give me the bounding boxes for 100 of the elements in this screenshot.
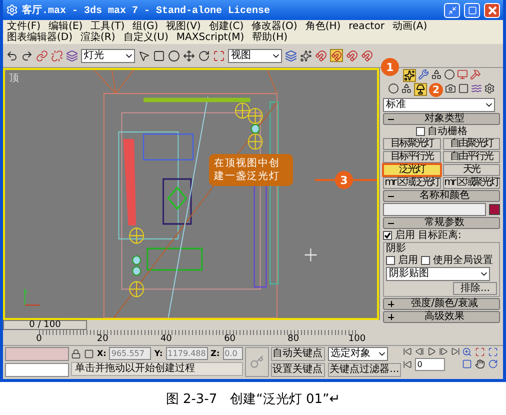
key-mode-select[interactable]: 选定对象 <box>328 347 388 361</box>
minimize-button[interactable] <box>444 2 460 18</box>
target-distance-label: 目标距离: <box>418 230 462 241</box>
light-type-button[interactable]: mr 区域聚光灯 <box>442 177 500 189</box>
camera-icon[interactable] <box>445 83 456 94</box>
step-badge: 3 <box>335 171 353 189</box>
menu-item[interactable]: 文件(F) <box>7 21 41 32</box>
minimize-icon <box>448 6 456 14</box>
group-title: 阴影 <box>386 243 407 254</box>
checkbox-label: 启用 <box>398 255 418 266</box>
link-icon[interactable] <box>36 50 48 62</box>
name-field[interactable] <box>383 203 486 216</box>
ruler-label: 80 <box>288 334 300 344</box>
menu-item[interactable]: 修改器(O) <box>252 21 298 32</box>
angle-snap-icon[interactable] <box>330 49 343 62</box>
step-badge: 2 <box>429 83 443 97</box>
rollout-header[interactable]: 高级效果 <box>383 311 500 323</box>
menu-item[interactable]: MAXScript(M) <box>176 32 244 43</box>
menu-item[interactable]: 编辑(E) <box>48 21 83 32</box>
maxscript-input[interactable] <box>5 363 69 377</box>
key-filters-button[interactable]: 关键点过滤器... <box>328 363 402 377</box>
category-select[interactable]: 标准 <box>383 98 495 112</box>
light-type-button[interactable]: 天光 <box>442 164 500 176</box>
shadow-type-select[interactable]: 阴影贴图 <box>386 267 490 281</box>
set-key-button[interactable]: 设置关键点 <box>270 363 325 377</box>
menu-item[interactable]: 工具(T) <box>90 21 125 32</box>
rollout-header[interactable]: 对象类型 <box>383 113 500 125</box>
step-badge: 1 <box>381 58 399 76</box>
viewport-label: 顶 <box>9 72 19 85</box>
menu-item[interactable]: reactor <box>348 21 384 32</box>
exclude-button[interactable]: 排除... <box>453 282 497 295</box>
lights-icon[interactable] <box>414 83 427 96</box>
modify-tab-icon[interactable] <box>418 69 428 80</box>
rollout-header[interactable]: 常规参数 <box>383 217 500 229</box>
checkbox[interactable] <box>416 127 424 136</box>
top-viewport[interactable]: 顶 在顶视图中创建一盏泛光灯 3 <box>3 68 379 320</box>
maximize-button[interactable] <box>464 2 480 18</box>
ruler-label: 0 <box>36 334 42 344</box>
percent-snap-icon[interactable] <box>346 50 358 62</box>
play-icon[interactable] <box>427 347 436 356</box>
auto-key-button[interactable]: 自动关键点 <box>270 347 325 361</box>
menu-item[interactable]: 自定义(U) <box>123 32 168 43</box>
coordinate-field[interactable]: 0.0 <box>222 347 243 360</box>
light-type-button[interactable]: 目标平行光 <box>383 151 440 163</box>
close-button[interactable] <box>484 2 500 18</box>
menu-item[interactable]: 动画(A) <box>392 21 428 32</box>
selection-filter-select[interactable]: 灯光 <box>81 48 135 62</box>
menu-item[interactable]: 创建(C) <box>208 21 244 32</box>
color-swatch[interactable] <box>489 204 500 215</box>
previous-frame-icon[interactable] <box>415 347 424 356</box>
menu-item[interactable]: 帮助(H) <box>252 32 288 43</box>
light-type-button[interactable]: 自由聚光灯 <box>442 138 500 150</box>
checkbox[interactable] <box>386 256 395 265</box>
light-type-button[interactable]: 泛光灯 <box>383 164 440 176</box>
current-frame-field[interactable]: 0 <box>415 358 446 371</box>
key-icon <box>250 355 264 369</box>
rotate-icon[interactable] <box>198 50 210 62</box>
menu-item[interactable]: 渲染(R) <box>80 32 116 43</box>
lock-icon[interactable] <box>71 348 81 358</box>
pointer-icon[interactable] <box>138 50 150 62</box>
axis-label: X: <box>97 348 106 359</box>
figure-caption: 图 2-3-7 创建“泛光灯 01”↵ <box>164 390 342 408</box>
maximize-icon <box>468 6 476 14</box>
ruler-label: 40 <box>160 334 172 344</box>
menu-item[interactable]: 组(G) <box>132 21 158 32</box>
ruler-label: 60 <box>224 334 236 344</box>
close-icon <box>488 6 496 14</box>
display-tab-icon[interactable] <box>456 69 468 80</box>
go-to-end-icon[interactable] <box>451 347 460 356</box>
zoom-icon[interactable] <box>462 347 472 357</box>
ruler-label: 100 <box>348 334 366 344</box>
menu-item[interactable]: 图表编辑器(D) <box>7 32 73 43</box>
coordinate-system-select[interactable]: 视图 <box>228 48 282 62</box>
coordinate-field[interactable]: 965.557 <box>109 347 152 360</box>
time-slider[interactable]: 0 / 100 <box>3 320 375 330</box>
rollout-header[interactable]: 强度/颜色/衰减 <box>383 298 500 310</box>
checkbox[interactable] <box>383 231 392 240</box>
checkbox-label: 启用 <box>395 230 415 241</box>
next-frame-icon[interactable] <box>439 347 448 356</box>
light-type-button[interactable]: mr 区域泛光灯 <box>383 177 440 189</box>
time-slider-thumb[interactable]: 0 / 100 <box>3 320 87 330</box>
axis-label: Z: <box>210 348 220 359</box>
undo-icon[interactable] <box>6 50 18 62</box>
app-icon <box>6 4 18 16</box>
callout-note: 在顶视图中创建一盏泛光灯 <box>209 154 293 186</box>
coordinate-field[interactable]: 1179.488 <box>166 347 208 360</box>
snap-icon[interactable] <box>315 50 327 62</box>
pan-icon[interactable] <box>475 359 486 369</box>
move-icon[interactable] <box>183 50 195 62</box>
spinner-snap-icon[interactable] <box>361 50 373 62</box>
light-type-button[interactable]: 目标聚光灯 <box>383 138 440 150</box>
checkbox[interactable] <box>421 256 430 265</box>
unlink-icon[interactable] <box>51 50 63 62</box>
light-type-button[interactable]: 自由平行光 <box>442 151 500 163</box>
menu-item[interactable]: 视图(V) <box>166 21 201 32</box>
redo-icon[interactable] <box>21 50 33 62</box>
menu-item[interactable]: 角色(H) <box>305 21 341 32</box>
go-to-start-icon[interactable] <box>403 347 412 356</box>
utilities-tab-icon[interactable] <box>470 69 480 80</box>
rollout-header[interactable]: 名称和颜色 <box>383 190 500 202</box>
